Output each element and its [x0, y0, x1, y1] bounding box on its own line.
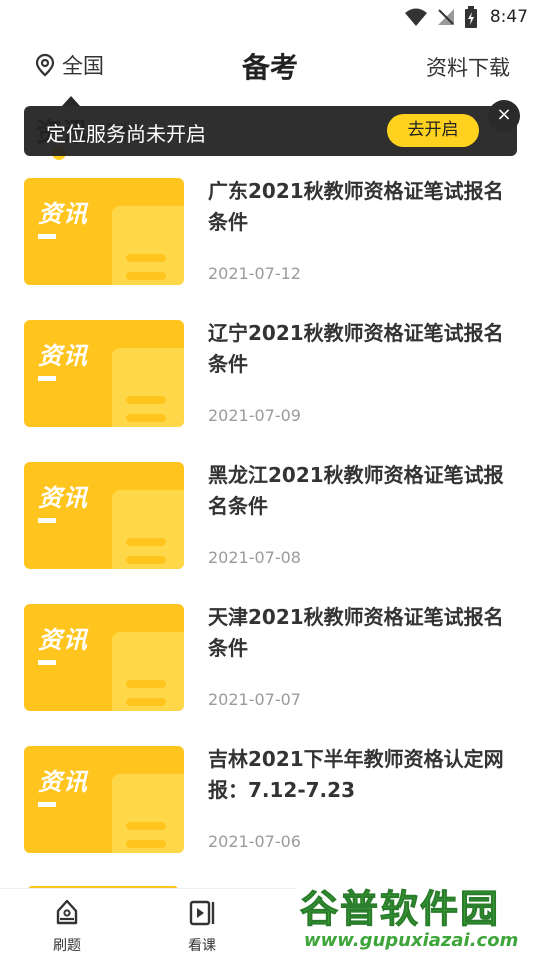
nav-label: 刷题	[53, 938, 81, 954]
thumbnail-tag: 资讯	[38, 626, 88, 654]
news-date: 2021-07-09	[208, 406, 301, 425]
toast-arrow	[62, 96, 80, 106]
document-icon	[112, 490, 184, 569]
document-icon	[112, 632, 184, 711]
download-link[interactable]: 资料下载	[426, 52, 510, 82]
thumbnail-dash	[38, 518, 56, 523]
pen-icon	[56, 899, 78, 925]
status-bar: 8:47	[0, 0, 540, 36]
news-thumbnail: 资讯	[24, 462, 184, 569]
news-title: 黑龙江2021秋教师资格证笔试报名条件	[208, 463, 504, 518]
news-title: 辽宁2021秋教师资格证笔试报名条件	[208, 321, 504, 376]
news-date: 2021-07-08	[208, 548, 301, 567]
thumbnail-dash	[38, 234, 56, 239]
news-thumbnail: 资讯	[24, 746, 184, 853]
wifi-icon	[404, 8, 427, 26]
document-icon	[112, 348, 184, 427]
thumbnail-tag: 资讯	[38, 484, 88, 512]
news-date: 2021-07-12	[208, 264, 301, 283]
news-date: 2021-07-07	[208, 690, 301, 709]
nav-item-courses[interactable]: 看课	[167, 899, 237, 955]
list-item[interactable]: 资讯 广东2021秋教师资格证笔试报名条件 2021-07-12	[0, 176, 540, 318]
news-thumbnail: 资讯	[24, 320, 184, 427]
nav-item-practice[interactable]: 刷题	[32, 899, 102, 955]
close-icon[interactable]: ×	[488, 100, 520, 132]
news-thumbnail: 资讯	[24, 604, 184, 711]
list-item[interactable]: 资讯 辽宁2021秋教师资格证笔试报名条件 2021-07-09	[0, 318, 540, 460]
watermark: 谷普软件园 www.gupuxiazai.com	[296, 876, 540, 960]
no-signal-icon	[437, 9, 454, 25]
document-icon	[112, 206, 184, 285]
news-title: 广东2021秋教师资格证笔试报名条件	[208, 179, 504, 234]
nav-label: 看课	[188, 938, 216, 954]
news-thumbnail: 资讯	[24, 178, 184, 285]
document-icon	[112, 774, 184, 853]
thumbnail-dash	[38, 376, 56, 381]
thumbnail-dash	[38, 660, 56, 665]
news-date: 2021-07-06	[208, 832, 301, 851]
thumbnail-tag: 资讯	[38, 768, 88, 796]
thumbnail-tag: 资讯	[38, 200, 88, 228]
battery-icon	[464, 6, 477, 28]
watermark-logo: 谷普软件园	[299, 887, 501, 932]
header: 全国 备考 资料下载	[0, 40, 540, 96]
watermark-url: www.gupuxiazai.com	[304, 930, 519, 951]
list-item[interactable]: 资讯 天津2021秋教师资格证笔试报名条件 2021-07-07	[0, 602, 540, 744]
news-title: 天津2021秋教师资格证笔试报名条件	[208, 605, 504, 660]
enable-location-button[interactable]: 去开启	[387, 114, 479, 147]
thumbnail-dash	[38, 802, 56, 807]
news-list: 资讯 广东2021秋教师资格证笔试报名条件 2021-07-12 资讯 辽宁20…	[0, 176, 540, 886]
list-item[interactable]: 资讯 黑龙江2021秋教师资格证笔试报名条件 2021-07-08	[0, 460, 540, 602]
news-title: 吉林2021下半年教师资格认定网报：7.12-7.23	[208, 747, 504, 802]
toast-message: 定位服务尚未开启	[46, 122, 206, 146]
status-time: 8:47	[489, 7, 528, 27]
thumbnail-tag: 资讯	[38, 342, 88, 370]
list-item[interactable]: 资讯 吉林2021下半年教师资格认定网报：7.12-7.23 2021-07-0…	[0, 744, 540, 886]
play-icon	[189, 900, 215, 926]
location-toast: 定位服务尚未开启 去开启	[24, 106, 517, 156]
